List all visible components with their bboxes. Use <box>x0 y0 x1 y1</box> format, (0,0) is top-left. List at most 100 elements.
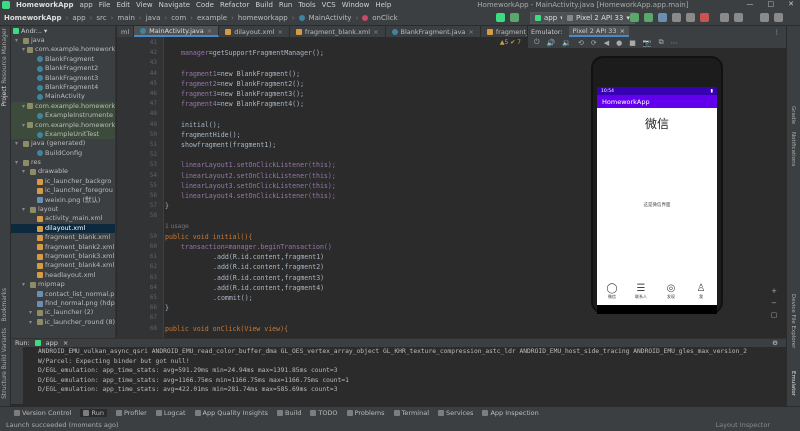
debug-icon[interactable] <box>658 13 667 22</box>
tree-item[interactable]: dilayout.xml <box>11 223 115 234</box>
tree-item[interactable]: activity_main.xml <box>11 214 115 223</box>
menu-item-navigate[interactable]: Navigate <box>159 1 190 9</box>
menu-item-code[interactable]: Code <box>196 1 214 9</box>
menu-item-help[interactable]: Help <box>375 1 391 9</box>
tree-item[interactable]: MainActivity <box>11 92 115 101</box>
tree-item[interactable]: fragment_blank4.xml <box>11 261 115 270</box>
tree-item[interactable]: ▾ com.example.homework <box>11 45 115 54</box>
zoom-out-icon[interactable]: − <box>768 297 780 309</box>
breadcrumb-java[interactable]: java <box>146 14 161 22</box>
chevron-down-icon[interactable]: ▾ <box>44 27 47 35</box>
run-icon[interactable] <box>630 13 639 22</box>
chevron-down-icon[interactable]: ▾ <box>15 139 21 148</box>
tab-xml-overflow[interactable]: ml <box>117 26 135 37</box>
tab-fragment-blank2[interactable]: fragment_blank2.xml × <box>481 26 527 37</box>
chevron-down-icon[interactable]: ▾ <box>22 167 28 176</box>
breadcrumb-mainactivity[interactable]: MainActivity <box>309 14 352 22</box>
tree-item[interactable]: ▾ java (generated) <box>11 139 115 148</box>
tree-item[interactable]: ExampleInstrumente <box>11 111 115 121</box>
device-select[interactable]: Pixel 2 API 33 ▾ <box>562 12 635 24</box>
stop-icon[interactable] <box>700 13 709 22</box>
layout-inspector-status[interactable]: Layout Inspector <box>716 421 770 429</box>
search-icon[interactable] <box>760 13 769 22</box>
emulator-tab[interactable]: Emulator <box>790 371 796 396</box>
tab-mainactivity[interactable]: MainActivity.java × <box>134 26 220 37</box>
bottom-tab-discover[interactable]: ◎ 发现 <box>658 283 684 300</box>
gradle-tab[interactable]: Gradle <box>790 106 796 124</box>
back-icon[interactable]: ◀ <box>604 39 609 47</box>
overview-icon[interactable]: ■ <box>629 39 636 47</box>
breadcrumb-onclick[interactable]: onClick <box>372 14 397 22</box>
chevron-down-icon[interactable]: ▾ <box>22 205 28 214</box>
resource-manager-tab[interactable]: Resource Manager <box>1 28 8 84</box>
breadcrumb-main[interactable]: main <box>117 14 135 22</box>
breadcrumb-homeworkapp[interactable]: homeworkapp <box>238 14 288 22</box>
tree-item[interactable]: ▾ com.example.homework <box>11 120 115 130</box>
close-icon[interactable]: × <box>620 27 625 35</box>
breadcrumb-project[interactable]: HomeworkApp <box>4 14 62 22</box>
menu-item-edit[interactable]: Edit <box>116 1 130 9</box>
tree-item[interactable]: ▾ ic_launcher_round (8) <box>11 318 115 327</box>
sync-icon[interactable] <box>510 13 519 22</box>
menu-item-vcs[interactable]: VCS <box>322 1 336 9</box>
bottom-tab-app-quality-insights[interactable]: App Quality Insights <box>194 409 268 417</box>
tree-item[interactable]: ▾ drawable <box>11 167 115 176</box>
tree-item[interactable]: ▾ mipmap <box>11 280 115 289</box>
run-console[interactable]: ANDROID_EMU_vulkan_async_qsri ANDROID_EM… <box>23 347 763 404</box>
tree-item[interactable]: fragment_blank2.xml <box>11 243 115 252</box>
tree-item[interactable]: BlankFragment4 <box>11 83 115 92</box>
bookmarks-tab[interactable]: Bookmarks <box>1 288 8 322</box>
snapshot-icon[interactable]: ⧉ <box>659 38 664 47</box>
notifications-tab[interactable]: Notifications <box>790 132 796 166</box>
bottom-tab-todo[interactable]: TODO <box>310 409 338 417</box>
chevron-down-icon[interactable]: ▾ <box>29 318 35 327</box>
bottom-tab-me[interactable]: ♙ 我 <box>688 283 714 300</box>
tree-item[interactable]: contact_list_normal.p <box>11 290 115 299</box>
tree-item[interactable]: fragment_blank3.xml <box>11 252 115 261</box>
chevron-down-icon[interactable]: ▾ <box>29 308 35 317</box>
menu-item-app[interactable]: app <box>80 1 93 9</box>
more-icon[interactable]: ⋯ <box>671 39 678 47</box>
menu-item-window[interactable]: Window <box>342 1 370 9</box>
chevron-down-icon[interactable]: ▾ <box>22 121 25 130</box>
breadcrumb-app[interactable]: app <box>72 14 85 22</box>
device-file-explorer-tab[interactable]: Device File Explorer <box>790 294 796 348</box>
hammer-icon[interactable] <box>496 13 505 22</box>
bottom-tab-terminal[interactable]: Terminal <box>393 409 429 417</box>
bottom-tab-problems[interactable]: Problems <box>346 409 385 417</box>
menu-item-run[interactable]: Run <box>279 1 292 9</box>
apply-changes-icon[interactable] <box>644 13 653 22</box>
close-icon[interactable]: × <box>63 339 68 347</box>
tree-item[interactable]: BlankFragment3 <box>11 74 115 83</box>
breadcrumb-com[interactable]: com <box>171 14 186 22</box>
bottom-tab-run[interactable]: Run <box>80 408 107 417</box>
device-manager-icon[interactable] <box>720 13 729 22</box>
close-icon[interactable]: × <box>277 28 282 36</box>
chevron-down-icon[interactable]: ▾ <box>22 280 28 289</box>
usage-hint[interactable]: 1 usage <box>165 223 189 230</box>
menu-item-view[interactable]: View <box>136 1 153 9</box>
close-icon[interactable]: ✕ <box>788 0 794 8</box>
fit-screen-icon[interactable]: ▢ <box>768 309 780 321</box>
bottom-tab-version-control[interactable]: Version Control <box>14 409 71 417</box>
power-icon[interactable]: ⏻ <box>534 38 540 47</box>
tree-item[interactable]: find_normal.png (hdp <box>11 299 115 308</box>
tree-item[interactable]: ▾ java <box>11 36 115 45</box>
menu-item-refactor[interactable]: Refactor <box>220 1 249 9</box>
rotate-left-icon[interactable]: ⟲ <box>578 39 584 47</box>
tree-item[interactable]: ic_launcher_backgro <box>11 177 115 186</box>
inspection-widget[interactable]: ▲5 ✔ 7 <box>500 39 521 46</box>
chevron-down-icon[interactable]: ▾ <box>22 45 25 54</box>
zoom-in-icon[interactable]: + <box>768 285 780 297</box>
bottom-tab-wechat[interactable]: ◯ 微信 <box>599 283 625 300</box>
tree-item[interactable]: BuildConfig <box>11 149 115 158</box>
breadcrumb-example[interactable]: example <box>197 14 227 22</box>
chevron-down-icon[interactable]: ▾ <box>22 102 25 111</box>
more-options-icon[interactable]: ⋮ <box>774 28 781 36</box>
tree-item[interactable]: fragment_blank.xml <box>11 233 115 242</box>
settings-icon[interactable]: ⚙ <box>772 339 778 347</box>
project-view-select[interactable]: Andr... <box>21 27 42 35</box>
close-icon[interactable]: × <box>373 28 378 36</box>
phone-screen[interactable]: 10:54 ▮ HomeworkApp 微信 这是微信界面 ◯ 微信 ☰ 联系人… <box>597 87 717 305</box>
close-icon[interactable]: × <box>468 28 473 36</box>
